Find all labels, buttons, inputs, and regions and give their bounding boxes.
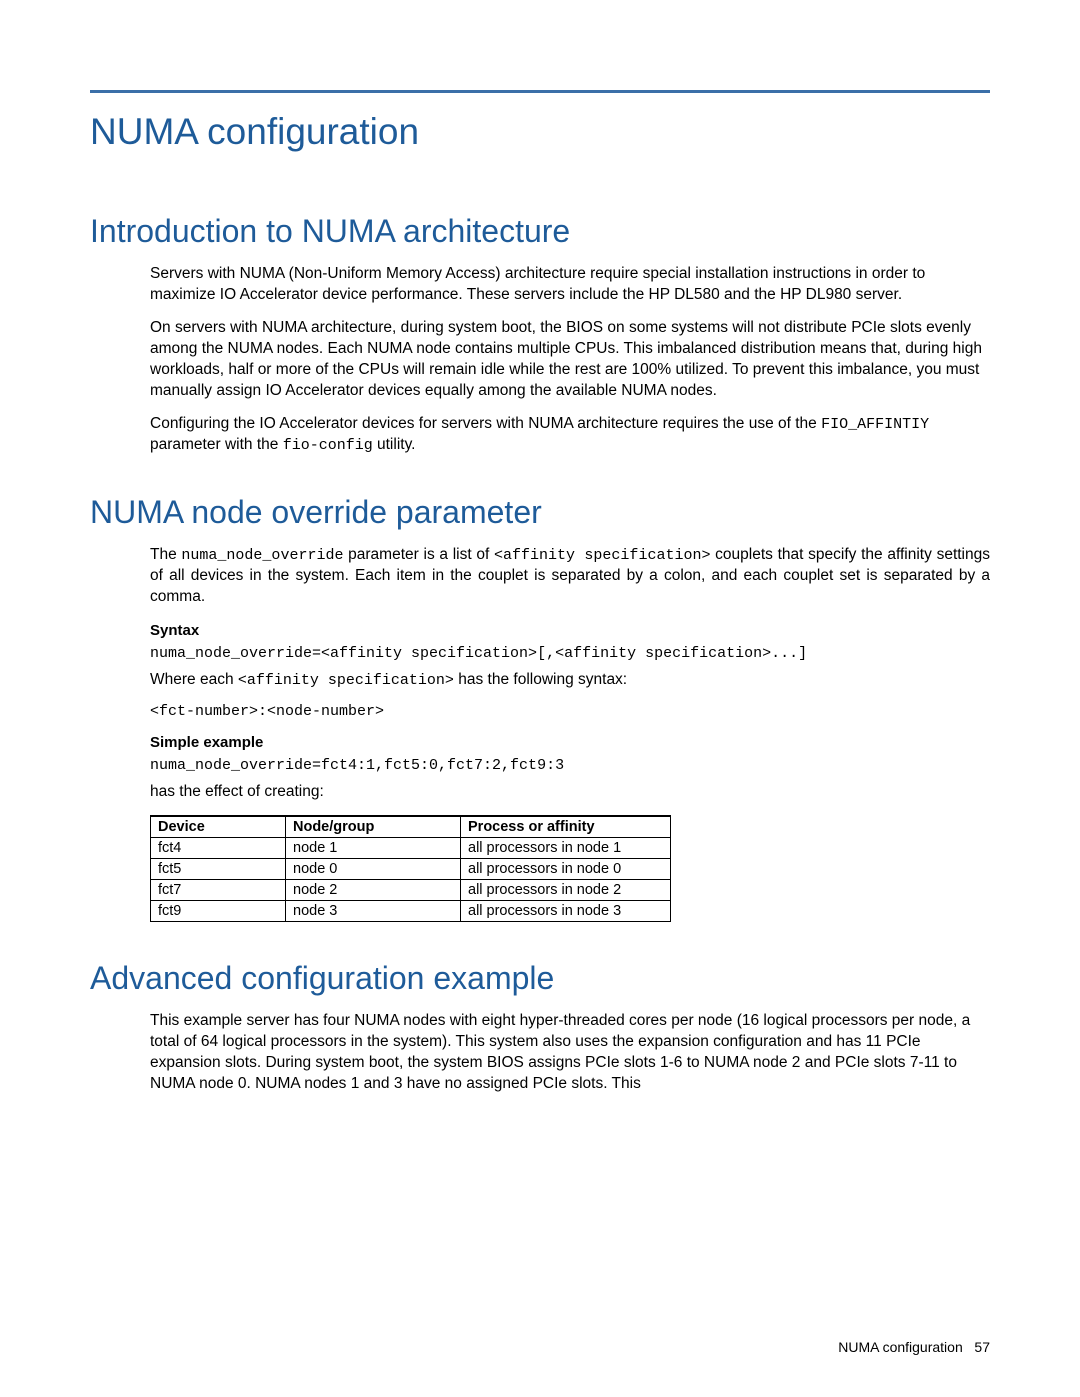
- where-text-b: has the following syntax:: [454, 671, 627, 688]
- cell-device: fct5: [151, 859, 286, 880]
- intro-p3-code-1: FIO_AFFINTIY: [821, 416, 929, 433]
- page-title: NUMA configuration: [90, 111, 990, 153]
- cell-device: fct9: [151, 901, 286, 922]
- where-line: Where each <affinity specification> has …: [150, 670, 990, 691]
- simple-example-heading: Simple example: [150, 734, 990, 751]
- cell-device: fct4: [151, 838, 286, 859]
- top-divider: [90, 90, 990, 93]
- intro-p3-code-2: fio-config: [283, 437, 373, 454]
- footer-label: NUMA configuration: [838, 1339, 963, 1355]
- cell-node: node 3: [286, 901, 461, 922]
- table-row: fct5 node 0 all processors in node 0: [151, 859, 671, 880]
- cell-node: node 1: [286, 838, 461, 859]
- cell-node: node 0: [286, 859, 461, 880]
- intro-p3-text-c: utility.: [373, 436, 416, 453]
- override-p1-text-a: The: [150, 546, 181, 563]
- cell-affinity: all processors in node 3: [461, 901, 671, 922]
- override-p1-text-b: parameter is a list of: [343, 546, 494, 563]
- cell-device: fct7: [151, 880, 286, 901]
- intro-paragraph-3: Configuring the IO Accelerator devices f…: [150, 414, 990, 457]
- cell-affinity: all processors in node 2: [461, 880, 671, 901]
- table-header-device: Device: [151, 816, 286, 838]
- page-footer: NUMA configuration 57: [838, 1339, 990, 1355]
- where-code: <affinity specification>: [238, 672, 454, 689]
- table-row: fct9 node 3 all processors in node 3: [151, 901, 671, 922]
- effect-table: Device Node/group Process or affinity fc…: [150, 815, 671, 922]
- where-syntax-code: <fct-number>:<node-number>: [150, 703, 990, 720]
- intro-paragraph-1: Servers with NUMA (Non-Uniform Memory Ac…: [150, 264, 990, 306]
- section-intro-title: Introduction to NUMA architecture: [90, 213, 990, 250]
- section-advanced-title: Advanced configuration example: [90, 960, 990, 997]
- table-row: fct7 node 2 all processors in node 2: [151, 880, 671, 901]
- table-row: fct4 node 1 all processors in node 1: [151, 838, 671, 859]
- override-p1-code-2: <affinity specification>: [494, 547, 710, 564]
- syntax-heading: Syntax: [150, 622, 990, 639]
- intro-p3-text-b: parameter with the: [150, 436, 283, 453]
- effect-intro: has the effect of creating:: [150, 782, 990, 803]
- table-header-node: Node/group: [286, 816, 461, 838]
- cell-node: node 2: [286, 880, 461, 901]
- section-override-title: NUMA node override parameter: [90, 494, 990, 531]
- footer-page-number: 57: [974, 1339, 990, 1355]
- table-header-affinity: Process or affinity: [461, 816, 671, 838]
- intro-p3-text-a: Configuring the IO Accelerator devices f…: [150, 415, 821, 432]
- where-text-a: Where each: [150, 671, 238, 688]
- table-header-row: Device Node/group Process or affinity: [151, 816, 671, 838]
- syntax-code: numa_node_override=<affinity specificati…: [150, 645, 990, 662]
- override-paragraph-1: The numa_node_override parameter is a li…: [150, 545, 990, 608]
- simple-example-code: numa_node_override=fct4:1,fct5:0,fct7:2,…: [150, 757, 990, 774]
- override-p1-code-1: numa_node_override: [181, 547, 343, 564]
- advanced-paragraph-1: This example server has four NUMA nodes …: [150, 1011, 990, 1095]
- cell-affinity: all processors in node 1: [461, 838, 671, 859]
- intro-paragraph-2: On servers with NUMA architecture, durin…: [150, 318, 990, 402]
- cell-affinity: all processors in node 0: [461, 859, 671, 880]
